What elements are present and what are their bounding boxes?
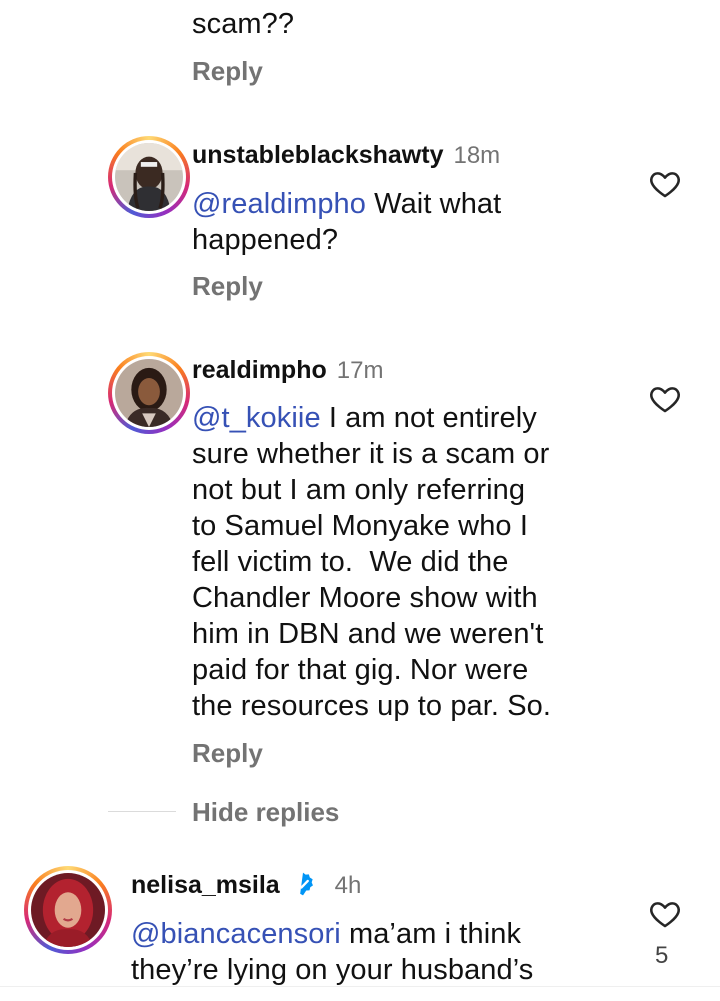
timestamp: 17m (336, 357, 384, 384)
comment-text: Chandler Moore show with (192, 582, 538, 614)
comment-header: nelisa_msila 4h (131, 871, 361, 900)
reply-button[interactable]: Reply (192, 738, 263, 769)
comment-text: @realdimpho Wait what (192, 188, 502, 220)
avatar-image (115, 143, 183, 211)
timestamp: 18m (453, 142, 501, 169)
reply-button[interactable]: Reply (192, 56, 263, 87)
comment-text: the resources up to par. So. (192, 690, 552, 722)
comment-text: scam?? (192, 8, 295, 40)
heart-outline-icon[interactable] (648, 167, 682, 201)
avatar[interactable] (24, 866, 112, 954)
comment-text: him in DBN and we weren't (192, 618, 544, 650)
comment-text: paid for that gig. Nor were (192, 654, 529, 686)
timestamp: 4h (334, 872, 362, 899)
verified-badge-icon (297, 872, 314, 896)
mention-link[interactable]: @biancacensori (131, 918, 341, 950)
comment-text: @biancacensori ma’am i think (131, 918, 522, 950)
reply-button[interactable]: Reply (192, 271, 263, 302)
heart-outline-icon[interactable] (648, 897, 682, 931)
comment-text: sure whether it is a scam or (192, 438, 550, 470)
mention-link[interactable]: @realdimpho (192, 188, 366, 220)
bottom-edge (0, 986, 720, 1001)
avatar[interactable] (108, 136, 190, 218)
mention-link[interactable]: @t_kokiie (192, 402, 321, 434)
username[interactable]: unstableblackshawty (192, 141, 443, 169)
comment-text: fell victim to. We did the (192, 546, 509, 578)
avatar[interactable] (108, 352, 190, 434)
heart-outline-icon[interactable] (648, 382, 682, 416)
comment-text: not but I am only referring (192, 474, 526, 506)
comment-header: realdimpho 17m (192, 356, 383, 385)
comment-text: to Samuel Monyake who I (192, 510, 528, 542)
hide-replies-button[interactable]: Hide replies (192, 797, 339, 828)
comment-header: unstableblackshawty 18m (192, 141, 500, 170)
username[interactable]: nelisa_msila (131, 871, 280, 899)
comment-text: happened? (192, 224, 339, 256)
like-count: 5 (655, 942, 669, 969)
avatar-image (115, 359, 183, 427)
comment-text: @t_kokiie I am not entirely (192, 402, 537, 434)
replies-divider (108, 811, 176, 812)
comment-text: they’re lying on your husband’s (131, 954, 534, 986)
avatar-image (31, 873, 105, 947)
username[interactable]: realdimpho (192, 356, 327, 384)
